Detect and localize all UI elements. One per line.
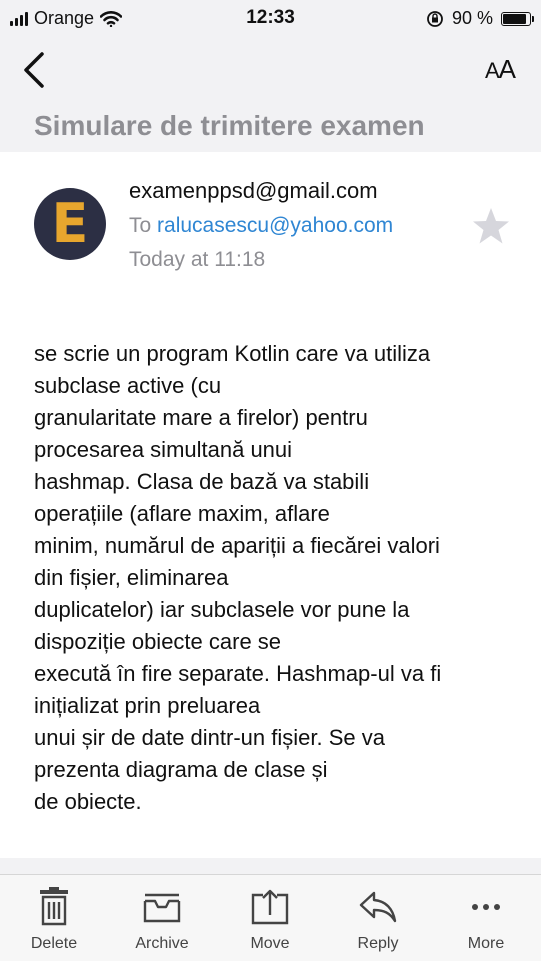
body-line: procesarea simultană unui bbox=[34, 437, 293, 462]
body-line: se scrie un program Kotlin care va utili… bbox=[34, 341, 431, 366]
body-line: inițializat prin preluarea bbox=[34, 693, 261, 718]
more-label: More bbox=[467, 935, 505, 952]
archive-icon bbox=[143, 893, 181, 923]
battery-icon bbox=[501, 11, 534, 26]
navigation-bar: AA bbox=[0, 36, 541, 102]
more-button[interactable]: More bbox=[441, 887, 531, 953]
delete-button[interactable]: Delete bbox=[9, 887, 99, 953]
body-line: dispoziție obiecte care se bbox=[34, 629, 282, 654]
reply-label: Reply bbox=[357, 935, 399, 952]
archive-button[interactable]: Archive bbox=[117, 887, 207, 953]
more-dots-icon bbox=[472, 904, 500, 910]
bottom-toolbar: Delete Archive Move Reply More bbox=[0, 874, 541, 961]
move-button[interactable]: Move bbox=[225, 887, 315, 953]
message-date: Today at 11:18 bbox=[129, 248, 266, 271]
orientation-lock-icon bbox=[427, 10, 443, 27]
recipient-prefix: To bbox=[129, 214, 152, 237]
body-line: subclase active (cu bbox=[34, 373, 222, 398]
star-icon bbox=[473, 208, 509, 244]
body-line: de obiecte. bbox=[34, 789, 142, 814]
text-size-large-glyph: A bbox=[498, 54, 516, 84]
recipient-address[interactable]: ralucasescu@yahoo.com bbox=[157, 214, 393, 237]
reply-arrow-icon bbox=[359, 891, 397, 923]
status-bar: Orange 12:33 90 % bbox=[0, 0, 541, 36]
body-line: din fișier, eliminarea bbox=[34, 565, 229, 590]
message-card: E examenppsd@gmail.com To ralucasescu@ya… bbox=[0, 152, 541, 858]
star-button[interactable] bbox=[471, 206, 511, 246]
body-line: unui șir de date dintr-un fișier. Se va bbox=[34, 725, 385, 750]
message-body: se scrie un program Kotlin care va utili… bbox=[34, 338, 504, 818]
archive-label: Archive bbox=[135, 935, 189, 952]
status-right: 90 % bbox=[426, 8, 534, 29]
trash-icon bbox=[40, 887, 68, 926]
delete-label: Delete bbox=[30, 935, 78, 952]
battery-percent: 90 % bbox=[451, 8, 493, 28]
email-subject: Simulare de trimitere examen bbox=[34, 110, 425, 141]
chevron-left-icon bbox=[24, 52, 44, 88]
text-size-button[interactable]: AA bbox=[484, 54, 516, 85]
back-button[interactable] bbox=[14, 48, 54, 92]
body-line: prezenta diagrama de clase și bbox=[34, 757, 328, 782]
reply-button[interactable]: Reply bbox=[333, 887, 423, 953]
avatar: E bbox=[34, 188, 106, 260]
body-line: operațiile (aflare maxim, aflare bbox=[34, 501, 330, 526]
recipient-line: To ralucasescu@yahoo.com bbox=[129, 214, 393, 238]
sender-address[interactable]: examenppsd@gmail.com bbox=[129, 178, 378, 204]
text-size-small-glyph: A bbox=[484, 58, 500, 83]
body-line: minim, numărul de apariții a fiecărei va… bbox=[34, 533, 440, 558]
body-line: granularitate mare a firelor) pentru bbox=[34, 405, 368, 430]
move-folder-icon bbox=[251, 889, 289, 925]
body-line: hashmap. Clasa de bază va stabili bbox=[34, 469, 370, 494]
avatar-letter: E bbox=[51, 192, 89, 255]
body-line: duplicatelor) iar subclasele vor pune la bbox=[34, 597, 410, 622]
move-label: Move bbox=[250, 935, 290, 952]
body-line: execută în fire separate. Hashmap-ul va … bbox=[34, 661, 442, 686]
